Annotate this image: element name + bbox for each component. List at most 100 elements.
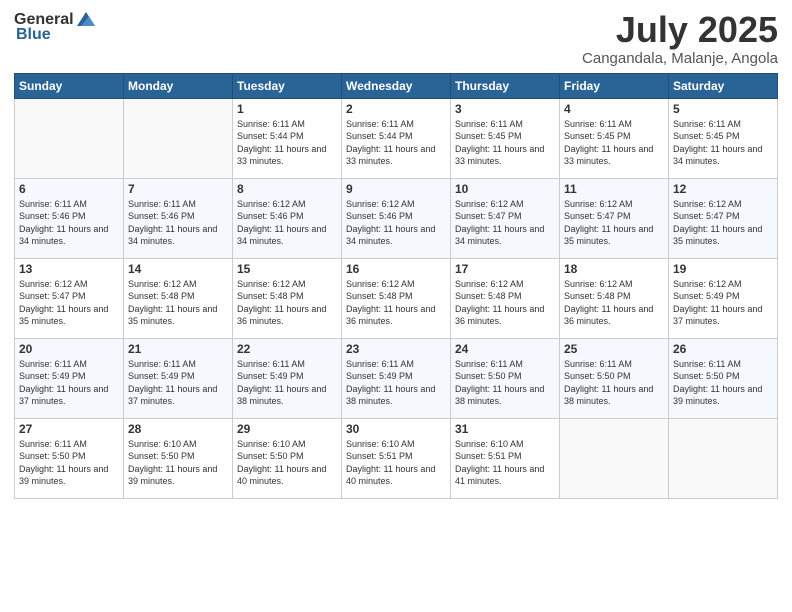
calendar-cell: 29Sunrise: 6:10 AMSunset: 5:50 PMDayligh… <box>233 418 342 498</box>
day-number: 23 <box>346 342 446 356</box>
cell-info: Sunrise: 6:12 AMSunset: 5:46 PMDaylight:… <box>346 198 446 248</box>
day-number: 29 <box>237 422 337 436</box>
day-number: 9 <box>346 182 446 196</box>
page-header: General Blue July 2025 Cangandala, Malan… <box>14 10 778 67</box>
day-number: 18 <box>564 262 664 276</box>
calendar-cell: 23 Sunrise: 6:11 AMSunset: 5:49 PMDayligh… <box>342 338 451 418</box>
day-number: 17 <box>455 262 555 276</box>
day-number: 20 <box>19 342 119 356</box>
cell-info: Sunrise: 6:11 AMSunset: 5:45 PMDaylight:… <box>673 118 773 168</box>
cell-info: Sunrise: 6:12 AMSunset: 5:48 PMDaylight:… <box>128 278 228 328</box>
calendar-week-row: 27 Sunrise: 6:11 AMSunset: 5:50 PMDayligh… <box>15 418 778 498</box>
cell-info: Sunrise: 6:11 AMSunset: 5:46 PMDaylight:… <box>19 198 119 248</box>
cell-info: Sunrise: 6:12 AMSunset: 5:47 PMDaylight:… <box>673 198 773 248</box>
calendar-cell: 8 Sunrise: 6:12 AMSunset: 5:46 PMDaylight… <box>233 178 342 258</box>
calendar-cell: 17 Sunrise: 6:12 AMSunset: 5:48 PMDayligh… <box>451 258 560 338</box>
cell-info: Sunrise: 6:10 AMSunset: 5:51 PMDaylight:… <box>346 438 446 488</box>
calendar-cell <box>669 418 778 498</box>
day-number: 8 <box>237 182 337 196</box>
weekday-header: Saturday <box>669 73 778 98</box>
cell-info: Sunrise: 6:11 AMSunset: 5:45 PMDaylight:… <box>564 118 664 168</box>
calendar-cell <box>560 418 669 498</box>
calendar-cell: 9 Sunrise: 6:12 AMSunset: 5:46 PMDaylight… <box>342 178 451 258</box>
page-container: General Blue July 2025 Cangandala, Malan… <box>0 0 792 612</box>
day-number: 25 <box>564 342 664 356</box>
cell-info: Sunrise: 6:11 AMSunset: 5:50 PMDaylight:… <box>564 358 664 408</box>
logo-icon <box>75 8 97 30</box>
calendar-cell: 22 Sunrise: 6:11 AMSunset: 5:49 PMDayligh… <box>233 338 342 418</box>
day-number: 26 <box>673 342 773 356</box>
calendar-header-row: SundayMondayTuesdayWednesdayThursdayFrid… <box>15 73 778 98</box>
calendar-cell: 15Sunrise: 6:12 AMSunset: 5:48 PMDayligh… <box>233 258 342 338</box>
day-number: 13 <box>19 262 119 276</box>
day-number: 6 <box>19 182 119 196</box>
cell-info: Sunrise: 6:11 AMSunset: 5:49 PMDaylight:… <box>237 358 337 408</box>
calendar-cell: 13 Sunrise: 6:12 AMSunset: 5:47 PMDayligh… <box>15 258 124 338</box>
day-number: 3 <box>455 102 555 116</box>
calendar-cell: 2 Sunrise: 6:11 AMSunset: 5:44 PMDaylight… <box>342 98 451 178</box>
weekday-header: Monday <box>124 73 233 98</box>
calendar-cell: 10 Sunrise: 6:12 AMSunset: 5:47 PMDayligh… <box>451 178 560 258</box>
calendar-cell: 18Sunrise: 6:12 AMSunset: 5:48 PMDayligh… <box>560 258 669 338</box>
cell-info: Sunrise: 6:12 AMSunset: 5:49 PMDaylight:… <box>673 278 773 328</box>
weekday-header: Friday <box>560 73 669 98</box>
cell-info: Sunrise: 6:10 AMSunset: 5:51 PMDaylight:… <box>455 438 555 488</box>
cell-info: Sunrise: 6:12 AMSunset: 5:48 PMDaylight:… <box>455 278 555 328</box>
cell-info: Sunrise: 6:11 AMSunset: 5:50 PMDaylight:… <box>19 438 119 488</box>
calendar-cell: 24Sunrise: 6:11 AMSunset: 5:50 PMDayligh… <box>451 338 560 418</box>
day-number: 5 <box>673 102 773 116</box>
calendar-week-row: 13 Sunrise: 6:12 AMSunset: 5:47 PMDayligh… <box>15 258 778 338</box>
calendar-cell: 25 Sunrise: 6:11 AMSunset: 5:50 PMDayligh… <box>560 338 669 418</box>
cell-info: Sunrise: 6:11 AMSunset: 5:49 PMDaylight:… <box>346 358 446 408</box>
day-number: 31 <box>455 422 555 436</box>
cell-info: Sunrise: 6:11 AMSunset: 5:50 PMDaylight:… <box>673 358 773 408</box>
cell-info: Sunrise: 6:11 AMSunset: 5:44 PMDaylight:… <box>237 118 337 168</box>
calendar-cell: 21 Sunrise: 6:11 AMSunset: 5:49 PMDayligh… <box>124 338 233 418</box>
calendar-cell: 7 Sunrise: 6:11 AMSunset: 5:46 PMDaylight… <box>124 178 233 258</box>
day-number: 12 <box>673 182 773 196</box>
month-year-title: July 2025 <box>582 10 778 50</box>
cell-info: Sunrise: 6:12 AMSunset: 5:46 PMDaylight:… <box>237 198 337 248</box>
calendar-cell: 1Sunrise: 6:11 AMSunset: 5:44 PMDaylight… <box>233 98 342 178</box>
cell-info: Sunrise: 6:12 AMSunset: 5:48 PMDaylight:… <box>237 278 337 328</box>
day-number: 21 <box>128 342 228 356</box>
calendar-week-row: 1Sunrise: 6:11 AMSunset: 5:44 PMDaylight… <box>15 98 778 178</box>
weekday-header: Wednesday <box>342 73 451 98</box>
location-subtitle: Cangandala, Malanje, Angola <box>582 50 778 67</box>
calendar-week-row: 6 Sunrise: 6:11 AMSunset: 5:46 PMDaylight… <box>15 178 778 258</box>
calendar-cell: 11Sunrise: 6:12 AMSunset: 5:47 PMDayligh… <box>560 178 669 258</box>
cell-info: Sunrise: 6:11 AMSunset: 5:49 PMDaylight:… <box>19 358 119 408</box>
cell-info: Sunrise: 6:11 AMSunset: 5:49 PMDaylight:… <box>128 358 228 408</box>
logo: General Blue <box>14 10 97 44</box>
cell-info: Sunrise: 6:11 AMSunset: 5:46 PMDaylight:… <box>128 198 228 248</box>
weekday-header: Thursday <box>451 73 560 98</box>
cell-info: Sunrise: 6:12 AMSunset: 5:47 PMDaylight:… <box>455 198 555 248</box>
cell-info: Sunrise: 6:11 AMSunset: 5:44 PMDaylight:… <box>346 118 446 168</box>
calendar-cell: 19 Sunrise: 6:12 AMSunset: 5:49 PMDayligh… <box>669 258 778 338</box>
day-number: 16 <box>346 262 446 276</box>
day-number: 2 <box>346 102 446 116</box>
day-number: 28 <box>128 422 228 436</box>
cell-info: Sunrise: 6:12 AMSunset: 5:47 PMDaylight:… <box>19 278 119 328</box>
cell-info: Sunrise: 6:11 AMSunset: 5:50 PMDaylight:… <box>455 358 555 408</box>
calendar-cell: 16Sunrise: 6:12 AMSunset: 5:48 PMDayligh… <box>342 258 451 338</box>
calendar-table: SundayMondayTuesdayWednesdayThursdayFrid… <box>14 73 778 499</box>
day-number: 11 <box>564 182 664 196</box>
calendar-cell: 31 Sunrise: 6:10 AMSunset: 5:51 PMDayligh… <box>451 418 560 498</box>
day-number: 22 <box>237 342 337 356</box>
calendar-cell <box>124 98 233 178</box>
calendar-cell: 5 Sunrise: 6:11 AMSunset: 5:45 PMDaylight… <box>669 98 778 178</box>
cell-info: Sunrise: 6:10 AMSunset: 5:50 PMDaylight:… <box>128 438 228 488</box>
calendar-cell: 14Sunrise: 6:12 AMSunset: 5:48 PMDayligh… <box>124 258 233 338</box>
day-number: 7 <box>128 182 228 196</box>
day-number: 19 <box>673 262 773 276</box>
day-number: 27 <box>19 422 119 436</box>
day-number: 10 <box>455 182 555 196</box>
calendar-cell <box>15 98 124 178</box>
weekday-header: Sunday <box>15 73 124 98</box>
calendar-cell: 28 Sunrise: 6:10 AMSunset: 5:50 PMDayligh… <box>124 418 233 498</box>
calendar-cell: 3Sunrise: 6:11 AMSunset: 5:45 PMDaylight… <box>451 98 560 178</box>
calendar-cell: 27 Sunrise: 6:11 AMSunset: 5:50 PMDayligh… <box>15 418 124 498</box>
calendar-cell: 30Sunrise: 6:10 AMSunset: 5:51 PMDayligh… <box>342 418 451 498</box>
day-number: 4 <box>564 102 664 116</box>
